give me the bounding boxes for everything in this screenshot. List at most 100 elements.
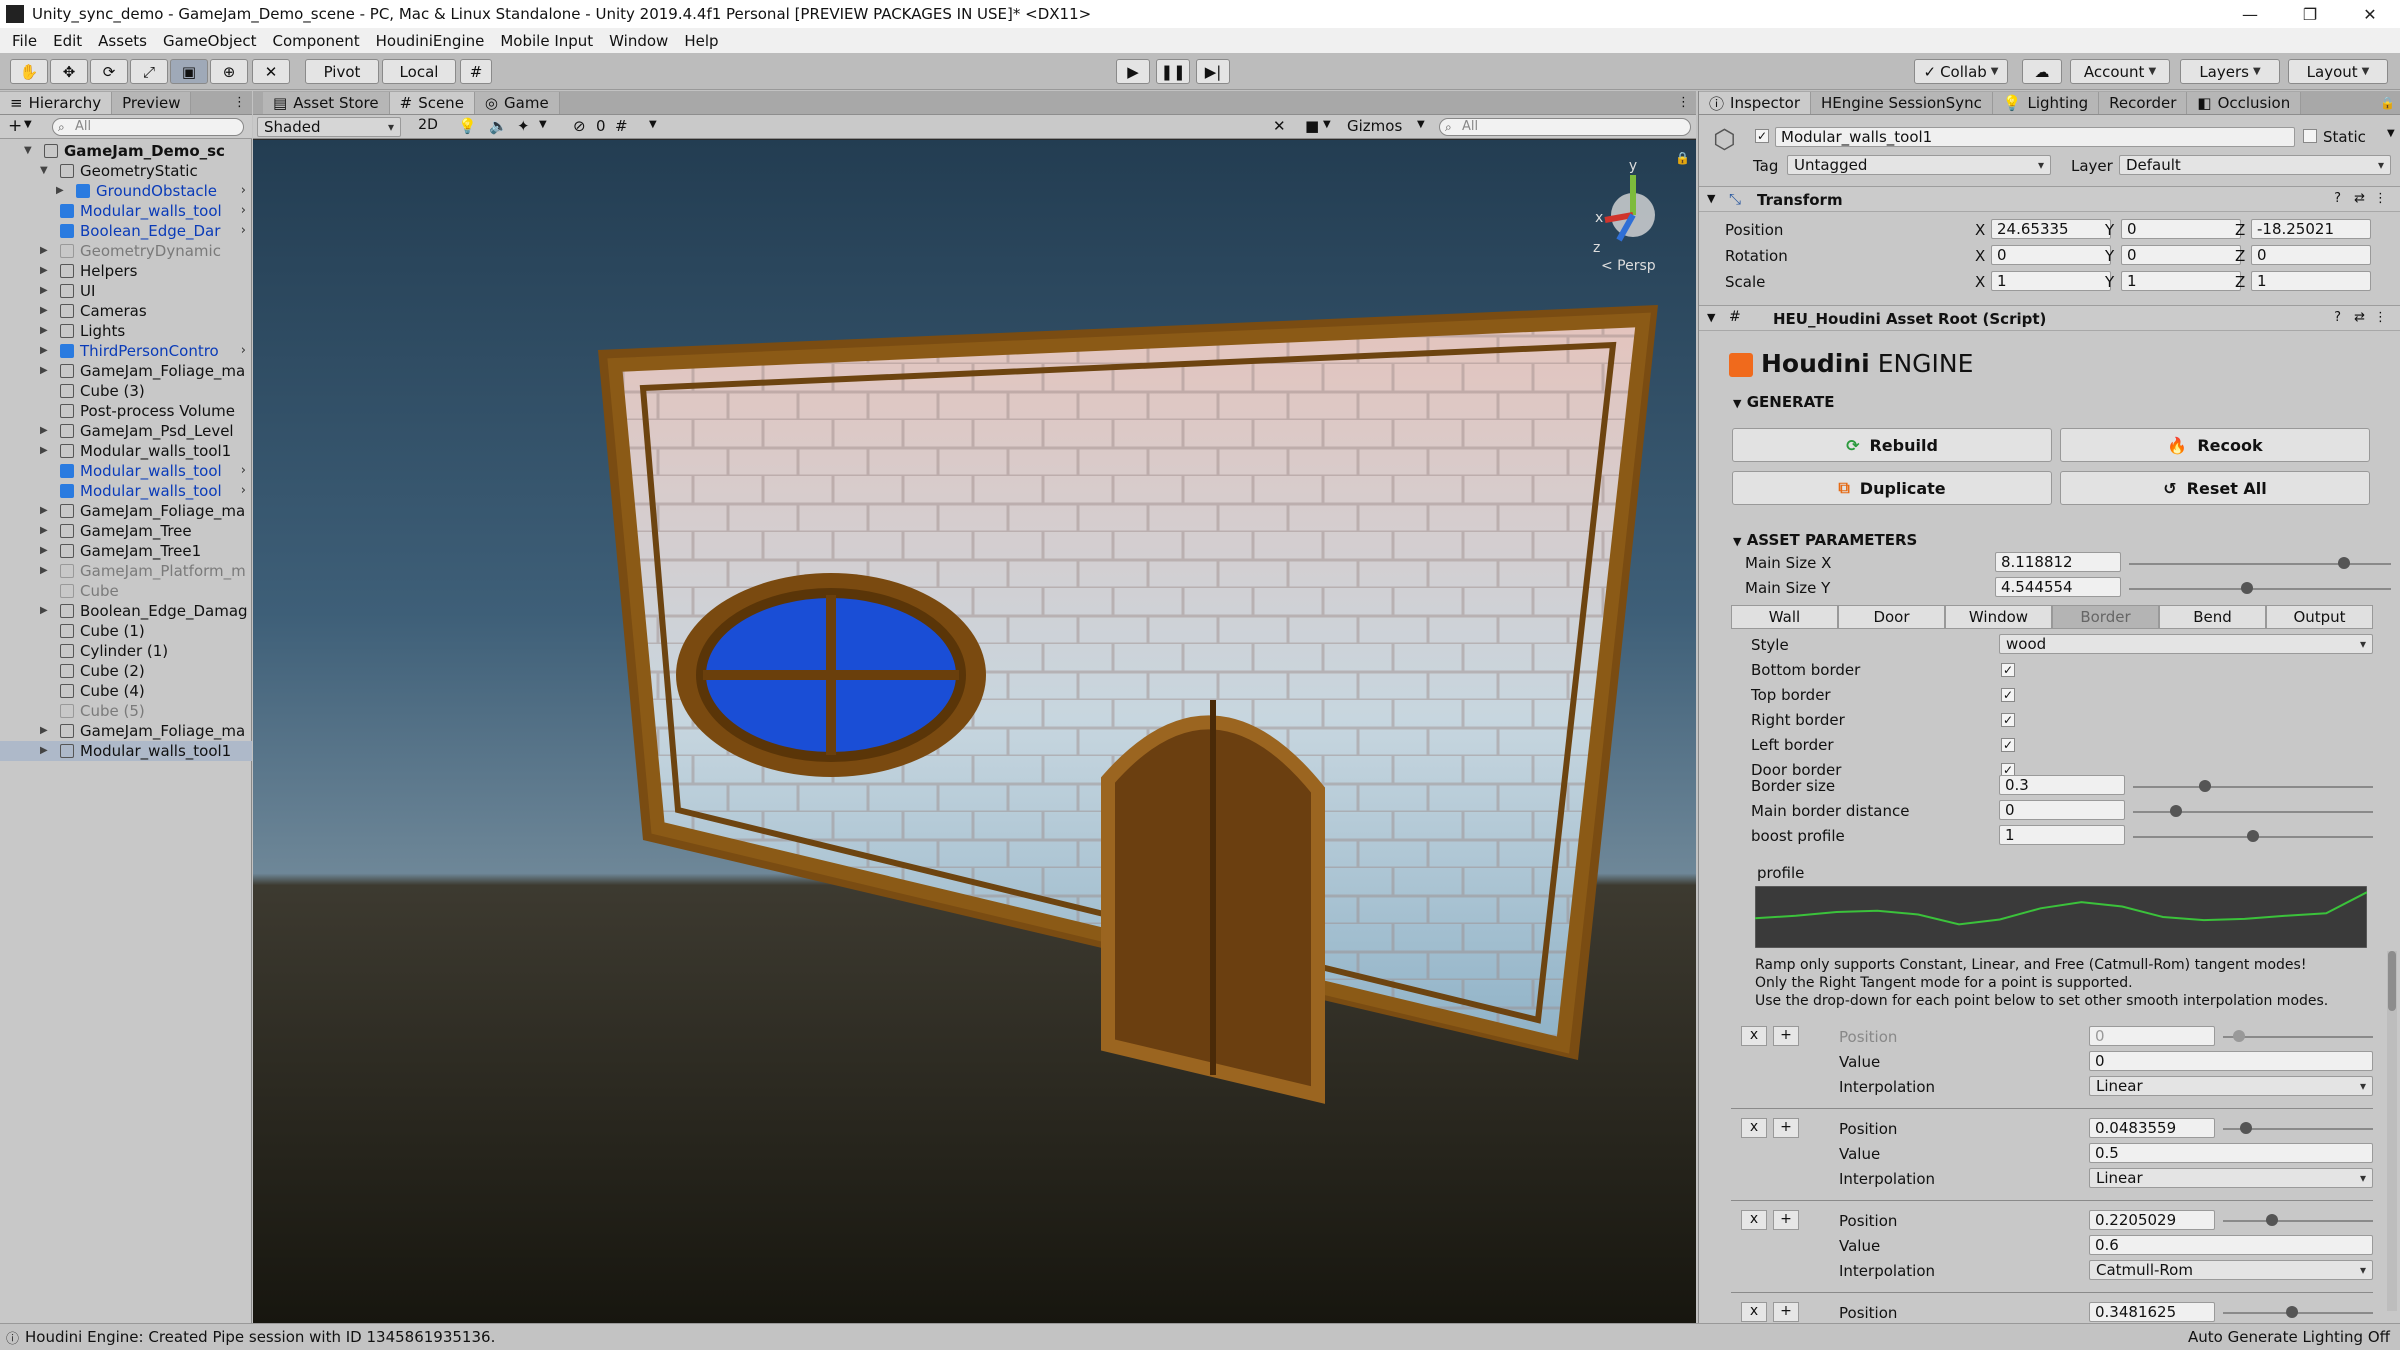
ramp-position-field[interactable]: 0: [2089, 1026, 2215, 1046]
hierarchy-item[interactable]: ▶ UI: [0, 281, 252, 301]
hierarchy-item[interactable]: Boolean_Edge_Dar ›: [0, 221, 252, 241]
prefab-open-icon[interactable]: ›: [241, 461, 246, 481]
hierarchy-item[interactable]: ▶ GroundObstacle ›: [0, 181, 252, 201]
hierarchy-item[interactable]: Cube (3): [0, 381, 252, 401]
menu-window[interactable]: Window: [609, 32, 668, 50]
ramp-interpolation-dropdown[interactable]: Catmull-Rom: [2089, 1260, 2373, 1280]
ramp-position-slider-knob[interactable]: [2233, 1030, 2245, 1042]
axis-z-label[interactable]: Z: [2235, 273, 2245, 291]
expand-arrow-right-icon[interactable]: ▶: [40, 341, 48, 361]
add-point-button[interactable]: +: [1773, 1026, 1799, 1046]
transform-scale-z-field[interactable]: 1: [2251, 271, 2371, 291]
tab-scene[interactable]: # Scene: [389, 92, 475, 114]
account-dropdown[interactable]: Account ▼: [2070, 59, 2170, 84]
right-border-checkbox[interactable]: ✓: [2001, 713, 2015, 727]
tab-bend[interactable]: Bend: [2159, 605, 2266, 629]
add-point-button[interactable]: +: [1773, 1210, 1799, 1230]
tab-wall[interactable]: Wall: [1731, 605, 1838, 629]
static-checkbox[interactable]: [2303, 129, 2317, 143]
hierarchy-item[interactable]: ▶ ThirdPersonContro ›: [0, 341, 252, 361]
help-icon[interactable]: ?: [2334, 191, 2341, 206]
axis-y-label[interactable]: Y: [2105, 273, 2114, 291]
layers-dropdown[interactable]: Layers ▼: [2180, 59, 2280, 84]
hierarchy-item[interactable]: ▶ GameJam_Foliage_ma: [0, 361, 252, 381]
transform-header[interactable]: ▼ ⤡ Transform ? ⇄ ⋮: [1699, 186, 2400, 212]
scene-search-input[interactable]: ⌕ All: [1439, 118, 1691, 136]
hierarchy-item[interactable]: Modular_walls_tool ›: [0, 481, 252, 501]
menu-edit[interactable]: Edit: [53, 32, 82, 50]
expand-arrow-right-icon[interactable]: ▶: [40, 261, 48, 281]
ramp-position-field[interactable]: 0.2205029: [2089, 1210, 2215, 1230]
ramp-position-slider[interactable]: [2223, 1220, 2373, 1222]
menu-houdiniengine[interactable]: HoudiniEngine: [376, 32, 485, 50]
main-size-y-slider[interactable]: [2129, 588, 2391, 590]
tab-game[interactable]: ◎ Game: [474, 92, 560, 114]
expand-arrow-right-icon[interactable]: ▶: [40, 521, 48, 541]
transform-rotation-y-field[interactable]: 0: [2121, 245, 2241, 265]
profile-ramp-curve[interactable]: [1755, 886, 2367, 948]
remove-point-button[interactable]: x: [1741, 1210, 1767, 1230]
expand-arrow-right-icon[interactable]: ▶: [40, 501, 48, 521]
play-button[interactable]: ▶: [1116, 59, 1150, 84]
chevron-down-icon[interactable]: ▼: [539, 119, 547, 130]
lock-icon[interactable]: 🔒: [2374, 96, 2400, 110]
tab-output[interactable]: Output: [2266, 605, 2373, 629]
camera-icon[interactable]: ■: [1305, 117, 1319, 135]
expand-arrow-right-icon[interactable]: ▶: [40, 281, 48, 301]
panel-menu-icon[interactable]: ⋮: [227, 95, 252, 110]
expand-arrow-right-icon[interactable]: ▶: [40, 741, 48, 761]
effects-icon[interactable]: ✦: [517, 117, 530, 135]
recook-button[interactable]: 🔥 Recook: [2060, 428, 2370, 462]
gizmos-dropdown[interactable]: Gizmos: [1347, 117, 1402, 135]
expand-arrow-right-icon[interactable]: ▶: [40, 321, 48, 341]
status-message[interactable]: Houdini Engine: Created Pipe session wit…: [25, 1328, 495, 1346]
inspector-scrollbar[interactable]: [2387, 951, 2397, 1311]
pause-button[interactable]: ❚❚: [1156, 59, 1190, 84]
axis-x-label[interactable]: X: [1975, 221, 1985, 239]
hierarchy-item[interactable]: ▶ GameJam_Platform_m: [0, 561, 252, 581]
expand-arrow-down-icon[interactable]: ▼: [40, 161, 48, 181]
border-size-slider-knob[interactable]: [2199, 780, 2211, 792]
boost-profile-slider-knob[interactable]: [2247, 830, 2259, 842]
menu-help[interactable]: Help: [684, 32, 718, 50]
grid-icon[interactable]: #: [615, 117, 628, 135]
hierarchy-search-input[interactable]: ⌕ All: [52, 118, 244, 136]
axis-y-label[interactable]: Y: [2105, 247, 2114, 265]
add-button[interactable]: +: [8, 116, 22, 136]
lighting-status[interactable]: Auto Generate Lighting Off: [2188, 1328, 2390, 1346]
hierarchy-item[interactable]: Cube (4): [0, 681, 252, 701]
preset-icon[interactable]: ⇄: [2354, 310, 2365, 325]
expand-arrow-right-icon[interactable]: ▶: [40, 301, 48, 321]
hierarchy-scene-root[interactable]: ▼ GameJam_Demo_sc: [0, 141, 252, 161]
panel-menu-icon[interactable]: ⋮: [1671, 95, 1696, 110]
tab-window[interactable]: Window: [1945, 605, 2052, 629]
chevron-down-icon[interactable]: ▼: [649, 119, 657, 130]
shading-mode-dropdown[interactable]: Shaded: [257, 117, 401, 137]
menu-file[interactable]: File: [12, 32, 37, 50]
expand-arrow-right-icon[interactable]: ▶: [40, 421, 48, 441]
tools-icon[interactable]: ✕: [1273, 117, 1286, 135]
hierarchy-item[interactable]: ▼ GeometryStatic: [0, 161, 252, 181]
transform-tool-button[interactable]: ⊕: [210, 59, 248, 84]
custom-tool-button[interactable]: ✕: [252, 59, 290, 84]
tab-preview[interactable]: Preview: [112, 92, 192, 114]
transform-position-x-field[interactable]: 24.65335: [1991, 219, 2111, 239]
move-tool-button[interactable]: ✥: [50, 59, 88, 84]
ramp-interpolation-dropdown[interactable]: Linear: [2089, 1076, 2373, 1096]
preset-icon[interactable]: ⇄: [2354, 191, 2365, 206]
transform-position-y-field[interactable]: 0: [2121, 219, 2241, 239]
asset-parameters-section[interactable]: ▼ ASSET PARAMETERS: [1733, 531, 1917, 549]
ramp-position-slider[interactable]: [2223, 1036, 2373, 1038]
hierarchy-item[interactable]: ▶ GameJam_Foliage_ma: [0, 501, 252, 521]
transform-scale-x-field[interactable]: 1: [1991, 271, 2111, 291]
hierarchy-item[interactable]: Cube (5): [0, 701, 252, 721]
tab-occlusion[interactable]: ◧ Occlusion: [2187, 92, 2302, 114]
help-icon[interactable]: ?: [2334, 310, 2341, 325]
menu-mobile-input[interactable]: Mobile Input: [500, 32, 593, 50]
cloud-button[interactable]: ☁: [2022, 59, 2062, 84]
hierarchy-item[interactable]: ▶ GameJam_Psd_Level: [0, 421, 252, 441]
maximize-button[interactable]: ❐: [2280, 0, 2340, 28]
prefab-open-icon[interactable]: ›: [241, 481, 246, 501]
border-size-field[interactable]: 0.3: [1999, 775, 2125, 795]
expand-arrow-right-icon[interactable]: ▶: [56, 181, 64, 201]
